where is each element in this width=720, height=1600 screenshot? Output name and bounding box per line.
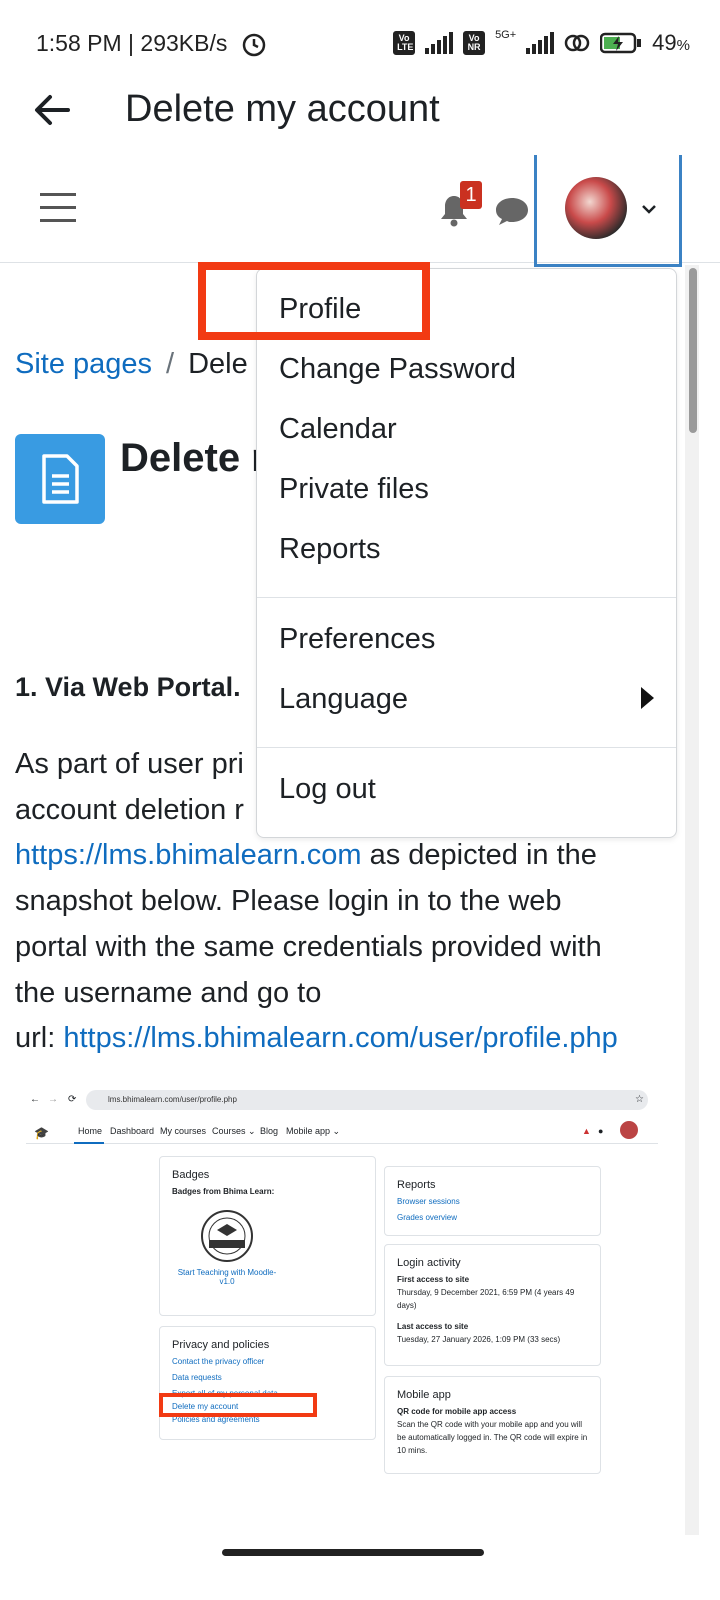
notification-badge: 1 [460, 181, 482, 209]
profile-link[interactable]: https://lms.bhimalearn.com/user/profile.… [63, 1022, 617, 1054]
snapshot-login-title: Login activity [397, 1257, 461, 1269]
snapshot-url: lms.bhimalearn.com/user/profile.php [86, 1090, 648, 1110]
user-menu-toggle[interactable] [534, 155, 682, 267]
menu-item-logout[interactable]: Log out [279, 773, 376, 806]
avatar[interactable] [565, 177, 627, 239]
document-icon [42, 454, 79, 504]
vonr-icon: Vo NR [463, 31, 486, 55]
signal-icon-2 [526, 32, 555, 54]
snapshot-badges-title: Badges [172, 1169, 210, 1181]
snapshot-first-access-label: First access to site [397, 1275, 470, 1284]
snapshot-nav-mobile: Mobile app ⌄ [286, 1126, 341, 1136]
snapshot-last-access-value: Tuesday, 27 January 2026, 1:09 PM (33 se… [397, 1335, 561, 1344]
battery-level: 49 [652, 30, 677, 55]
portal-link[interactable]: https://lms.bhimalearn.com [15, 839, 362, 871]
alarm-icon [242, 33, 266, 57]
para-line: the username and go to [15, 976, 322, 1009]
snapshot-avatar [620, 1121, 638, 1139]
snapshot-chat-icon: ● [598, 1126, 604, 1136]
snapshot-privacy-link: Contact the privacy officer [172, 1357, 265, 1366]
snapshot-first-access-value: Thursday, 9 December 2021, 6:59 PM (4 ye… [397, 1288, 575, 1310]
breadcrumb: Site pages / Dele [15, 348, 248, 380]
breadcrumb-current: Dele [188, 348, 248, 380]
snapshot-reload-icon: ⟳ [68, 1094, 77, 1105]
snapshot-nav-home: Home [78, 1126, 103, 1136]
page-title: Delete my account [125, 88, 440, 130]
snapshot-forward-icon: → [48, 1094, 58, 1105]
url-prefix: url: [15, 1022, 64, 1055]
snapshot-privacy-link: Data requests [172, 1373, 222, 1382]
chevron-down-icon[interactable] [639, 199, 659, 219]
para-line: as depicted in the [361, 839, 597, 872]
network-type: 5G+ [495, 29, 517, 41]
snapshot-mobile-subtitle: QR code for mobile app access [397, 1407, 517, 1416]
volte-icon: Vo LTE [393, 31, 416, 55]
snapshot-active-tab [74, 1142, 104, 1144]
breadcrumb-site-pages[interactable]: Site pages [15, 348, 152, 380]
section-heading: 1. Via Web Portal. [15, 672, 241, 702]
menu-item-calendar[interactable]: Calendar [279, 413, 397, 446]
battery-unit: % [676, 37, 690, 54]
status-bar: 1:58 PM | 293KB/s Vo LTE Vo NR 5G+ 49% [0, 0, 720, 90]
scrollbar-track[interactable] [685, 265, 699, 1535]
site-navbar: 1 [0, 155, 720, 267]
snapshot-login-card: Login activity First access to site Thur… [384, 1244, 601, 1366]
snapshot-reports-link: Grades overview [397, 1213, 458, 1222]
para-line: snapshot below. Please login in to the w… [15, 885, 562, 918]
arrow-left-icon[interactable] [30, 88, 74, 132]
home-indicator[interactable] [222, 1549, 484, 1556]
snapshot-mobile-title: Mobile app [397, 1389, 451, 1401]
snapshot-nav-courses: Courses ⌄ [212, 1126, 256, 1136]
snapshot-back-icon: ← [30, 1094, 40, 1105]
snapshot-mobile-text: Scan the QR code with your mobile app an… [397, 1420, 588, 1455]
chat-icon[interactable] [494, 195, 530, 227]
user-dropdown-menu: Profile Change Password Calendar Private… [256, 268, 677, 838]
snapshot-nav-mycourses: My courses [160, 1126, 207, 1136]
para-line: portal with the same credentials provide… [15, 930, 602, 963]
snapshot-reports-title: Reports [397, 1179, 436, 1191]
hamburger-icon[interactable] [40, 193, 76, 223]
snapshot-star-icon: ☆ [635, 1094, 644, 1105]
menu-divider [257, 597, 676, 598]
signal-icon [425, 32, 454, 54]
link-icon [564, 34, 590, 52]
snapshot-privacy-card: Privacy and policies Contact the privacy… [159, 1326, 376, 1440]
battery-icon [600, 32, 642, 54]
snapshot-badges-card: Badges Badges from Bhima Learn: Start Te… [159, 1156, 376, 1316]
menu-item-language[interactable]: Language [279, 683, 408, 716]
snapshot-mobile-card: Mobile app QR code for mobile app access… [384, 1376, 601, 1474]
status-icons: Vo LTE Vo NR 5G+ 49% [393, 29, 690, 56]
snapshot-reports-card: Reports Browser sessions Grades overview [384, 1166, 601, 1236]
scrollbar-thumb[interactable] [689, 268, 697, 433]
snapshot-badges-subtitle: Badges from Bhima Learn: [172, 1187, 275, 1196]
menu-item-preferences[interactable]: Preferences [279, 623, 435, 656]
snapshot-privacy-title: Privacy and policies [172, 1339, 270, 1351]
snapshot-browser-bar: ← → ⟳ lms.bhimalearn.com/user/profile.ph… [26, 1090, 658, 1112]
snapshot-bell-icon: ▲ [582, 1126, 591, 1136]
status-time: 1:58 PM | 293KB/s [36, 30, 228, 56]
menu-item-reports[interactable]: Reports [279, 533, 381, 566]
snapshot-reports-link: Browser sessions [397, 1197, 460, 1206]
profile-snapshot-image: ← → ⟳ lms.bhimalearn.com/user/profile.ph… [26, 1084, 658, 1474]
snapshot-badge-label: Start Teaching with Moodle-v1.0 [177, 1268, 277, 1286]
badge-icon [201, 1210, 253, 1262]
app-bar: Delete my account [0, 80, 720, 152]
snapshot-logo-icon: 🎓 [34, 1126, 49, 1140]
snapshot-nav-blog: Blog [260, 1126, 279, 1136]
caret-right-icon [641, 687, 654, 709]
menu-item-private-files[interactable]: Private files [279, 473, 429, 506]
menu-item-profile[interactable]: Profile [279, 293, 361, 326]
menu-divider [257, 747, 676, 748]
snapshot-navbar: 🎓 Home Dashboard My courses Courses ⌄ Bl… [26, 1118, 658, 1144]
snapshot-nav-dashboard: Dashboard [110, 1126, 155, 1136]
snapshot-last-access-label: Last access to site [397, 1322, 469, 1331]
menu-item-change-password[interactable]: Change Password [279, 353, 516, 386]
snapshot-highlight-box [159, 1393, 317, 1417]
page-icon [15, 434, 105, 524]
content-heading: Delete r [120, 436, 267, 480]
